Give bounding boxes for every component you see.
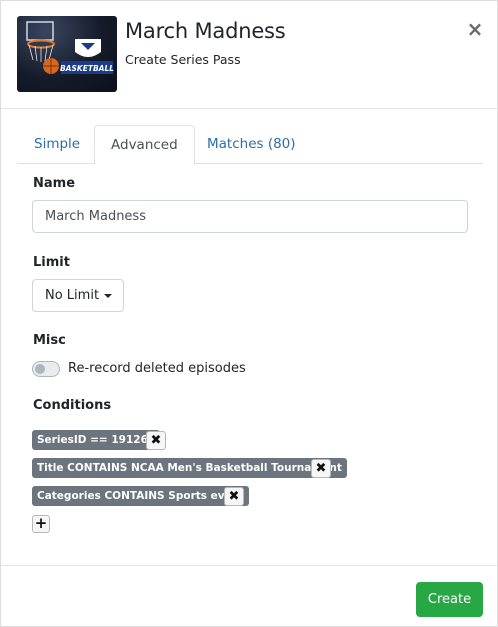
dialog-title: March Madness xyxy=(125,19,286,43)
name-label: Name xyxy=(33,176,76,191)
tab-simple[interactable]: Simple xyxy=(18,125,96,164)
remove-condition-icon[interactable]: ✖ xyxy=(311,459,331,478)
close-icon[interactable]: × xyxy=(466,19,484,39)
rerecord-label: Re-record deleted episodes xyxy=(68,361,246,376)
tab-bar: Simple Advanced Matches (80) xyxy=(17,125,483,165)
create-button[interactable]: Create xyxy=(416,582,483,617)
show-thumbnail: BASKETBALL xyxy=(17,16,117,92)
basketball-artwork: BASKETBALL xyxy=(26,21,114,74)
limit-dropdown-value: No Limit xyxy=(45,288,100,303)
condition-chip-categories: Categories CONTAINS Sports event xyxy=(32,486,250,506)
toggle-knob xyxy=(35,364,45,374)
condition-chip-title: Title CONTAINS NCAA Men's Basketball Tou… xyxy=(32,458,347,478)
tab-matches[interactable]: Matches (80) xyxy=(191,125,312,164)
name-input[interactable]: March Madness xyxy=(32,200,468,233)
conditions-label: Conditions xyxy=(33,398,112,413)
misc-label: Misc xyxy=(33,333,66,348)
dialog-subtitle: Create Series Pass xyxy=(125,52,241,67)
limit-label: Limit xyxy=(33,255,70,270)
remove-condition-icon[interactable]: ✖ xyxy=(224,487,244,506)
caret-down-icon xyxy=(104,294,112,298)
create-series-pass-dialog: BASKETBALL March Madness Create Series P… xyxy=(0,0,498,627)
remove-condition-icon[interactable]: ✖ xyxy=(146,431,166,450)
add-condition-button[interactable]: + xyxy=(32,515,50,533)
condition-chip-seriesid: SeriesID == 191260 xyxy=(32,430,161,450)
rerecord-toggle[interactable] xyxy=(32,361,60,377)
dialog-header: BASKETBALL March Madness Create Series P… xyxy=(1,1,498,109)
tab-advanced[interactable]: Advanced xyxy=(94,125,195,165)
limit-dropdown[interactable]: No Limit xyxy=(32,279,124,312)
thumbnail-wordmark: BASKETBALL xyxy=(60,64,114,73)
